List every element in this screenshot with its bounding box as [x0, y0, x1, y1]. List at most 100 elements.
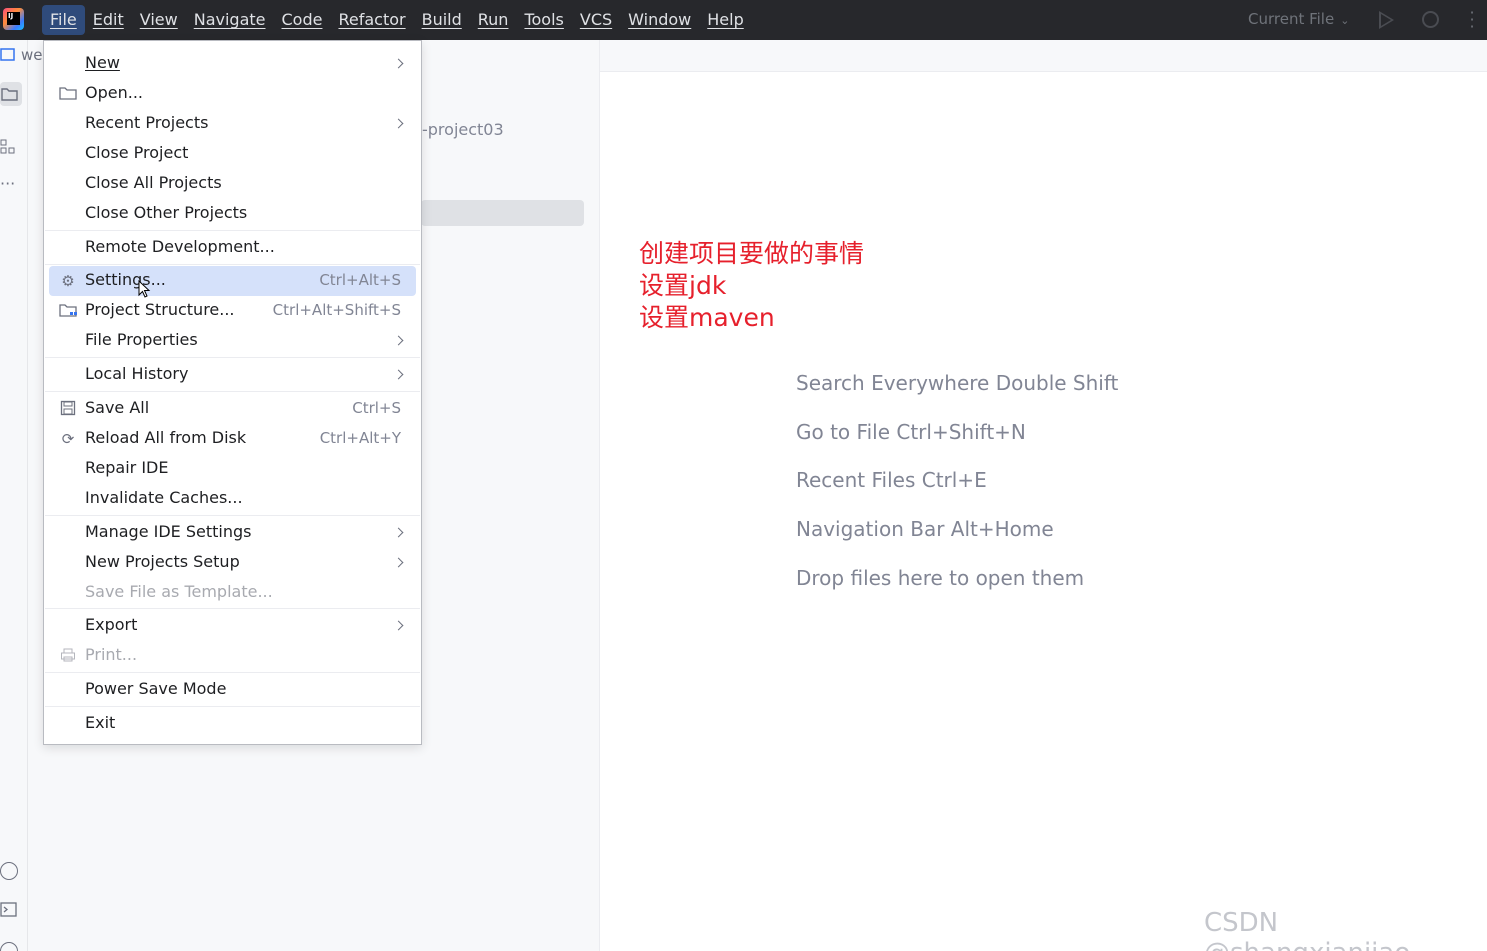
- run-configuration-selector[interactable]: Current File ⌄: [1248, 10, 1349, 28]
- menu-item-shortcut: Ctrl+Alt+S: [319, 271, 401, 289]
- save-icon: [59, 400, 77, 418]
- menu-item-label: Save All: [85, 398, 150, 417]
- chevron-right-icon: [393, 620, 404, 631]
- menu-item-label: Project Structure...: [85, 300, 235, 319]
- terminal-icon[interactable]: [0, 902, 20, 920]
- menu-item-file-properties[interactable]: File Properties: [49, 326, 416, 356]
- project-tool-icon[interactable]: [0, 82, 22, 106]
- folder-icon: [59, 85, 77, 103]
- annotation-text: 创建项目要做的事情 设置jdk 设置maven: [639, 238, 864, 334]
- menu-item-save-all[interactable]: Save All Ctrl+S: [49, 394, 416, 424]
- annotation-line-2: 设置jdk: [639, 271, 727, 300]
- hint-navigation-bar: Navigation Bar Alt+Home: [796, 517, 1054, 542]
- watermark: CSDN @shangxianjiao: [1204, 908, 1410, 951]
- menu-item-label: Open...: [85, 83, 143, 102]
- menu-item-print[interactable]: Print...: [49, 641, 416, 671]
- menu-item-label: Save File as Template...: [85, 582, 273, 601]
- title-bar: IJ File Edit View Navigate Code Refactor…: [0, 0, 1487, 40]
- menu-separator: [45, 391, 420, 392]
- hint-search-everywhere: Search Everywhere Double Shift: [796, 371, 1119, 395]
- menu-item-label: Close Project: [85, 143, 189, 162]
- printer-icon: [59, 647, 77, 665]
- chevron-right-icon: [393, 369, 404, 380]
- menu-item-close-project[interactable]: Close Project: [49, 139, 416, 169]
- menu-separator: [45, 230, 420, 231]
- menu-edit[interactable]: Edit: [85, 5, 132, 35]
- chevron-right-icon: [393, 335, 404, 346]
- window-icon[interactable]: [0, 48, 20, 66]
- menu-item-save-file-as-template[interactable]: Save File as Template...: [49, 578, 416, 608]
- structure-icon[interactable]: [0, 138, 20, 156]
- chevron-right-icon: [393, 58, 404, 69]
- menu-window[interactable]: Window: [620, 5, 699, 35]
- menu-item-local-history[interactable]: Local History: [49, 360, 416, 390]
- menu-item-close-other-projects[interactable]: Close Other Projects: [49, 199, 416, 229]
- menu-item-label: Reload All from Disk: [85, 428, 247, 447]
- menu-item-shortcut: Ctrl+S: [352, 399, 401, 417]
- annotation-line-3: 设置maven: [639, 303, 775, 332]
- menu-separator: [45, 515, 420, 516]
- menu-item-invalidate-caches[interactable]: Invalidate Caches...: [49, 484, 416, 514]
- menu-item-label: Export: [85, 615, 138, 634]
- intellij-logo-icon[interactable]: IJ: [3, 8, 24, 30]
- gear-icon: ⚙: [61, 272, 75, 290]
- menu-run[interactable]: Run: [470, 5, 517, 35]
- hint-drop-files: Drop files here to open them: [796, 565, 1085, 590]
- project-structure-icon: [59, 302, 77, 320]
- menu-item-label: Print...: [85, 645, 138, 664]
- menu-item-new-projects-setup[interactable]: New Projects Setup: [49, 548, 416, 578]
- services-icon[interactable]: [0, 862, 18, 880]
- selected-tree-row[interactable]: [421, 200, 584, 226]
- run-configuration-label: Current File: [1248, 10, 1335, 28]
- menu-item-label: Remote Development...: [85, 237, 275, 256]
- more-horizontal-icon[interactable]: ···: [0, 174, 20, 193]
- menu-separator: [45, 608, 420, 609]
- menu-item-label: New: [85, 53, 120, 72]
- menu-item-shortcut: Ctrl+Alt+Y: [319, 429, 401, 447]
- menu-item-label: Close All Projects: [85, 173, 222, 192]
- menu-item-reload-all-from-disk[interactable]: ⟳ Reload All from Disk Ctrl+Alt+Y: [49, 424, 416, 454]
- menu-navigate[interactable]: Navigate: [186, 5, 274, 35]
- menu-item-remote-development[interactable]: Remote Development...: [49, 233, 416, 263]
- menu-item-power-save-mode[interactable]: Power Save Mode: [49, 675, 416, 705]
- more-vertical-icon[interactable]: · · ·: [1467, 5, 1477, 35]
- bug-icon[interactable]: [1422, 11, 1439, 28]
- menu-item-label: Manage IDE Settings: [85, 522, 252, 541]
- file-menu-dropdown: New Open... Recent Projects Close Projec…: [43, 40, 422, 745]
- menu-item-shortcut: Ctrl+Alt+Shift+S: [272, 301, 401, 319]
- hint-go-to-file: Go to File Ctrl+Shift+N: [796, 419, 1026, 444]
- menu-item-open[interactable]: Open...: [49, 79, 416, 109]
- menu-item-project-structure[interactable]: Project Structure... Ctrl+Alt+Shift+S: [49, 296, 416, 326]
- chevron-right-icon: [393, 118, 404, 129]
- menu-item-manage-ide-settings[interactable]: Manage IDE Settings: [49, 518, 416, 548]
- menu-refactor[interactable]: Refactor: [330, 5, 413, 35]
- menu-item-settings[interactable]: ⚙ Settings... Ctrl+Alt+S: [49, 266, 416, 296]
- hint-recent-files: Recent Files Ctrl+E: [796, 468, 987, 493]
- play-icon[interactable]: [1379, 11, 1394, 29]
- menu-item-label: File Properties: [85, 330, 198, 349]
- menu-item-label: Power Save Mode: [85, 679, 227, 698]
- menu-item-new[interactable]: New: [49, 49, 416, 79]
- menu-code[interactable]: Code: [274, 5, 331, 35]
- annotation-line-1: 创建项目要做的事情: [639, 239, 865, 268]
- menu-item-close-all-projects[interactable]: Close All Projects: [49, 169, 416, 199]
- menu-item-label: Exit: [85, 713, 116, 732]
- menu-help[interactable]: Help: [699, 5, 751, 35]
- menu-item-label: Local History: [85, 364, 189, 383]
- menu-build[interactable]: Build: [414, 5, 470, 35]
- menu-tools[interactable]: Tools: [516, 5, 571, 35]
- menu-item-repair-ide[interactable]: Repair IDE: [49, 454, 416, 484]
- menu-view[interactable]: View: [132, 5, 186, 35]
- reload-icon: ⟳: [61, 430, 75, 448]
- chevron-right-icon: [393, 557, 404, 568]
- menu-separator: [45, 357, 420, 358]
- mouse-cursor-icon: [138, 280, 151, 298]
- menu-item-exit[interactable]: Exit: [49, 709, 416, 739]
- menu-item-label: Repair IDE: [85, 458, 169, 477]
- menu-item-label: Recent Projects: [85, 113, 209, 132]
- menu-item-label: New Projects Setup: [85, 552, 240, 571]
- menu-vcs[interactable]: VCS: [572, 5, 620, 35]
- menu-file[interactable]: File: [42, 5, 85, 35]
- menu-item-recent-projects[interactable]: Recent Projects: [49, 109, 416, 139]
- menu-item-export[interactable]: Export: [49, 611, 416, 641]
